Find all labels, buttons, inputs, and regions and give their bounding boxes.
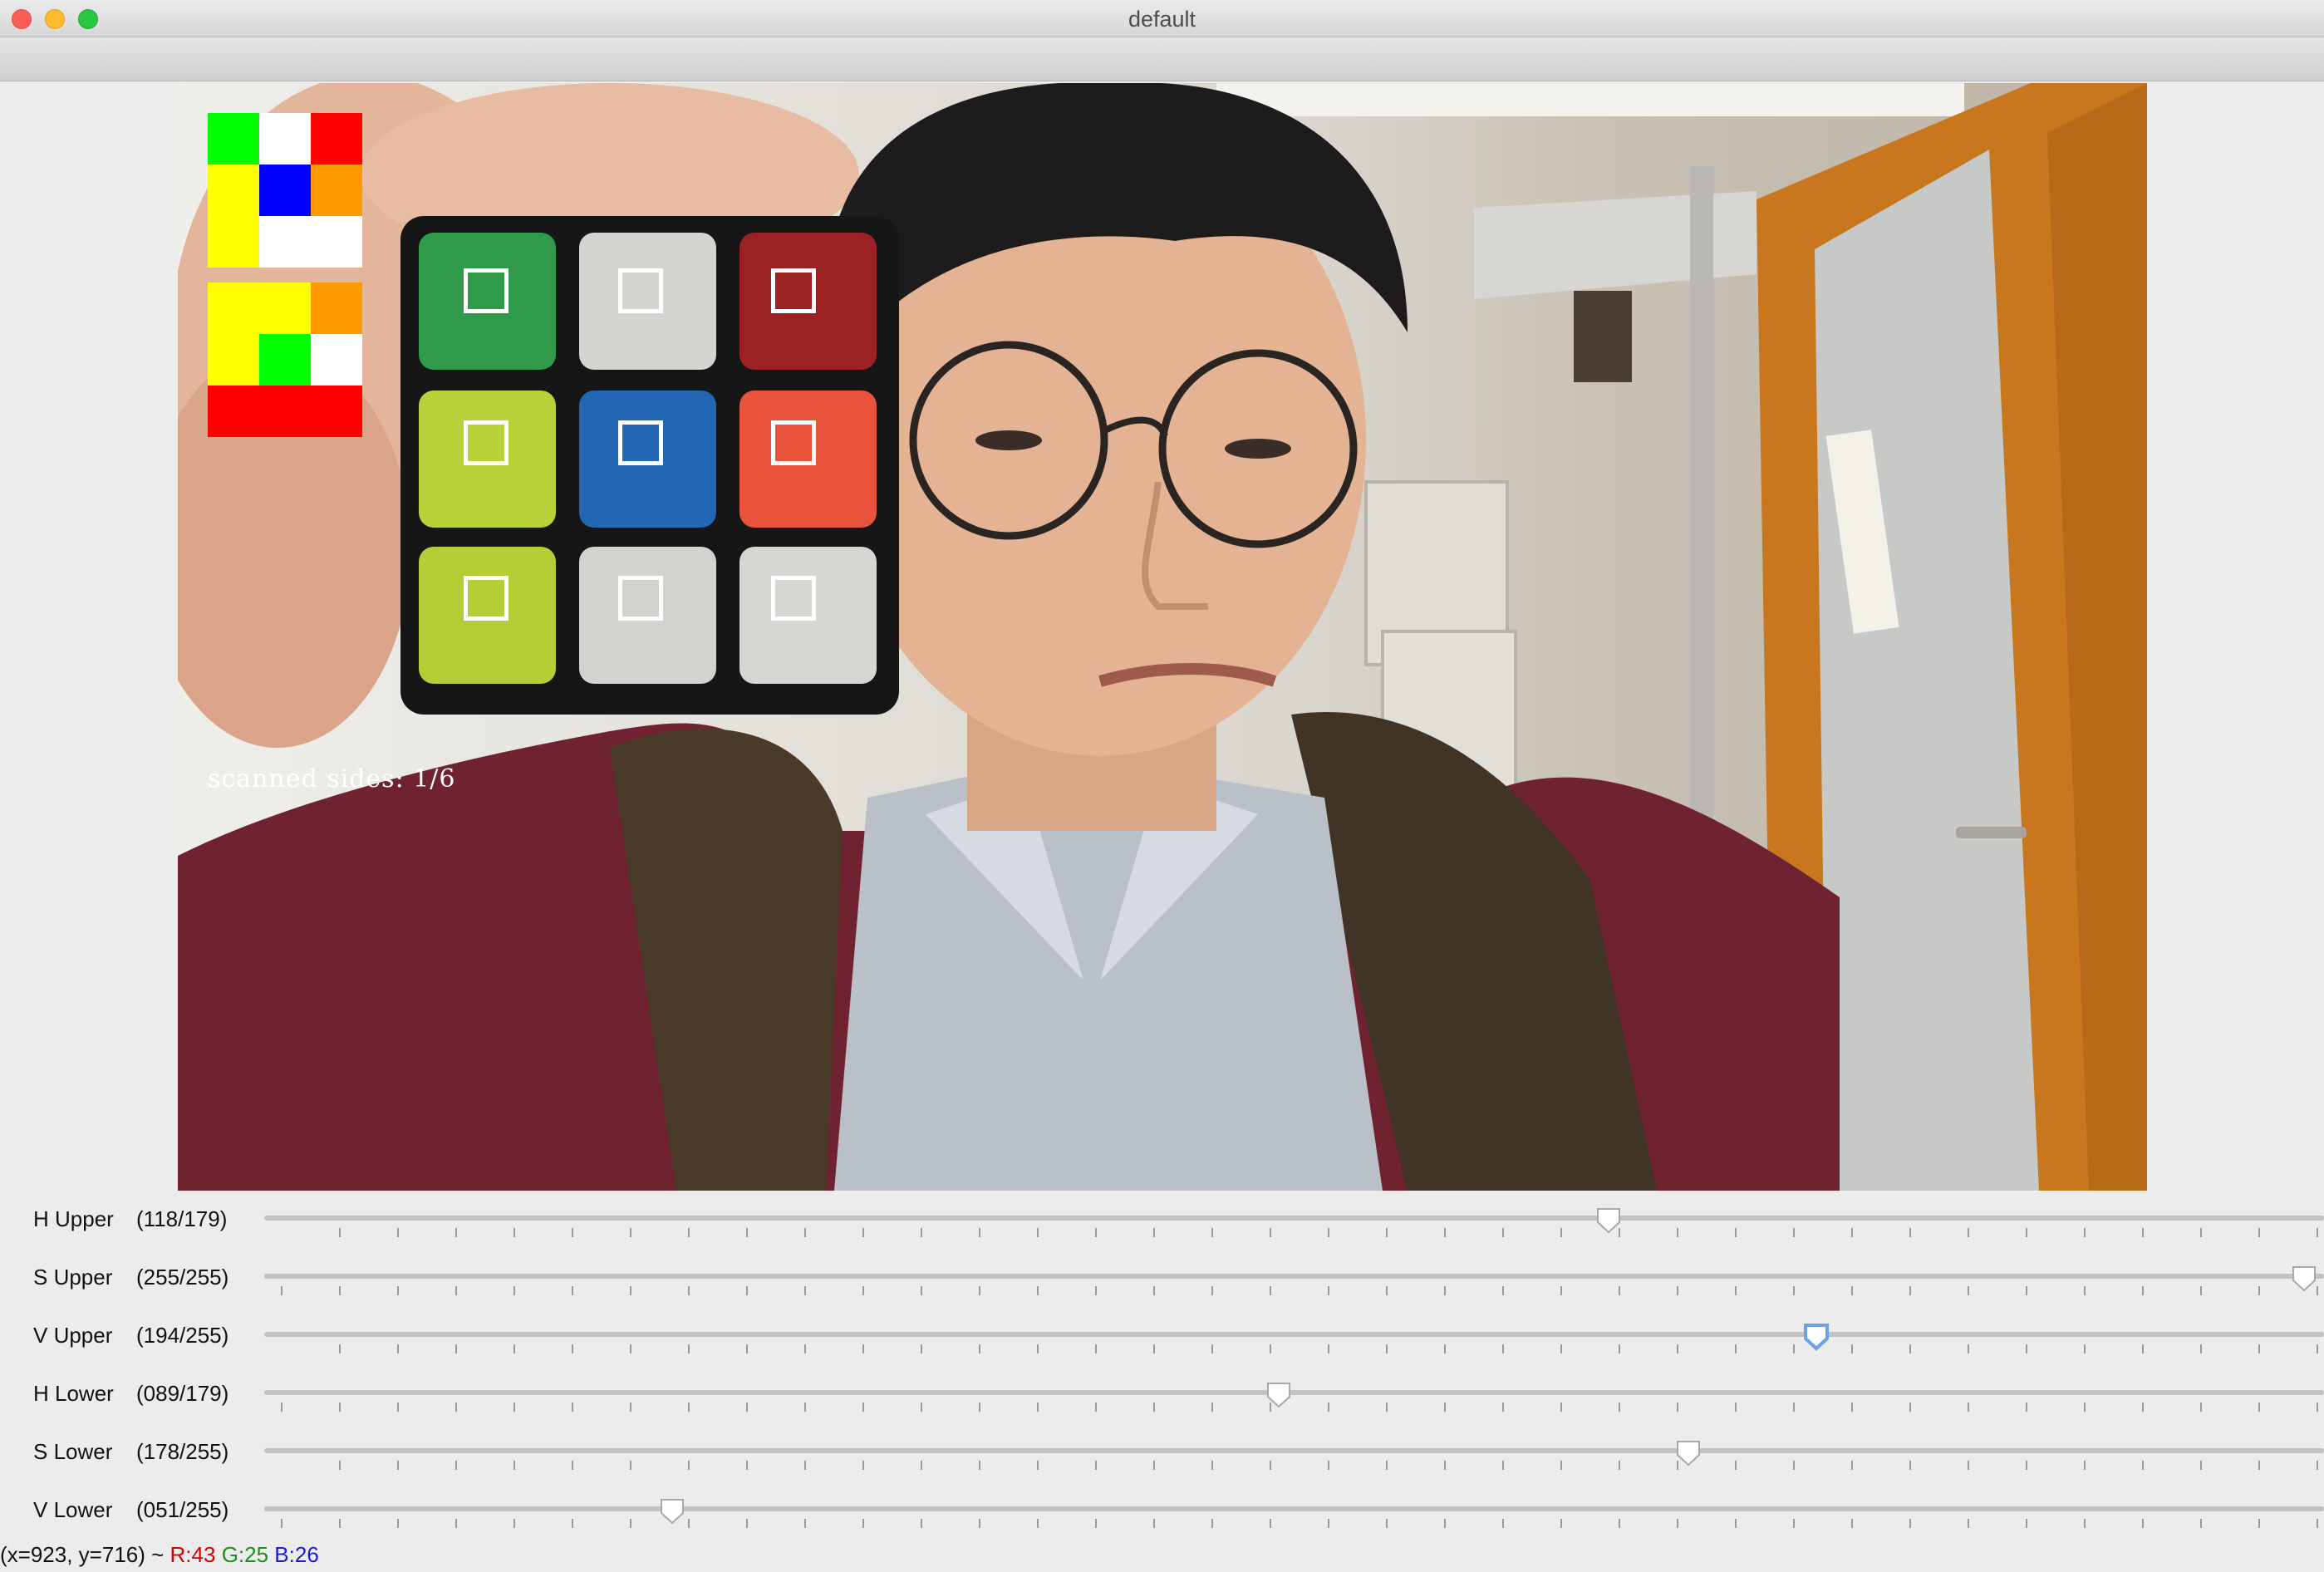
scanned-face-preview: [208, 113, 362, 268]
trackbar-value: (255/255): [136, 1265, 229, 1290]
live-face-preview: [208, 282, 362, 437]
slider-track[interactable]: [264, 1216, 2324, 1221]
title-bar: default: [0, 0, 2324, 37]
slider-track[interactable]: [264, 1448, 2324, 1453]
trackbar-value: (178/255): [136, 1439, 229, 1464]
trackbar-v-upper[interactable]: V Upper (194/255): [0, 1308, 2324, 1366]
slider-thumb[interactable]: [659, 1497, 685, 1525]
trackbar-label: V Upper: [33, 1323, 113, 1348]
rubiks-cube-face: [419, 233, 884, 698]
detection-box: [771, 268, 816, 313]
trackbar-label: V Lower: [33, 1497, 113, 1522]
slider-thumb[interactable]: [1595, 1206, 1622, 1235]
detection-box: [771, 576, 816, 621]
preview-cell: [311, 165, 362, 216]
detection-box: [464, 576, 509, 621]
trackbar-label: S Lower: [33, 1439, 113, 1464]
trackbar-value: (194/255): [136, 1323, 229, 1348]
preview-cell: [208, 282, 259, 334]
pixel-green-value: G:25: [221, 1542, 269, 1567]
preview-cell: [311, 216, 362, 268]
trackbar-label: H Upper: [33, 1206, 114, 1231]
status-bar: (x=923, y=716) ~ R:43 G:25 B:26: [0, 1542, 2324, 1572]
preview-cell: [208, 386, 259, 437]
slider-thumb[interactable]: [1265, 1381, 1292, 1409]
pixel-red-value: R:43: [170, 1542, 216, 1567]
slider-track[interactable]: [264, 1332, 2324, 1337]
slider-track[interactable]: [264, 1390, 2324, 1395]
preview-cell: [259, 216, 311, 268]
preview-cell: [208, 165, 259, 216]
trackbar-h-lower[interactable]: H Lower (089/179): [0, 1366, 2324, 1424]
slider-thumb[interactable]: [2291, 1265, 2317, 1293]
preview-cell: [311, 386, 362, 437]
preview-cell: [311, 282, 362, 334]
scanned-sides-text: scanned sides: 1/6: [208, 764, 456, 793]
trackbar-h-upper[interactable]: H Upper (118/179): [0, 1191, 2324, 1250]
preview-cell: [208, 216, 259, 268]
trackbar-v-lower[interactable]: V Lower (051/255): [0, 1482, 2324, 1540]
preview-cell: [208, 113, 259, 165]
slider-track[interactable]: [264, 1506, 2324, 1511]
preview-cell: [259, 282, 311, 334]
trackbar-value: (118/179): [136, 1206, 228, 1231]
slider-thumb[interactable]: [1803, 1323, 1830, 1351]
preview-cell: [259, 165, 311, 216]
detection-box: [464, 420, 509, 465]
detection-box: [618, 420, 663, 465]
trackbar-value: (051/255): [136, 1497, 229, 1522]
preview-cell: [259, 386, 311, 437]
preview-cell: [259, 334, 311, 386]
detection-box: [464, 268, 509, 313]
window-title: default: [1128, 7, 1196, 32]
trackbar-label: H Lower: [33, 1381, 114, 1406]
slider-track[interactable]: [264, 1274, 2324, 1279]
preview-cell: [259, 113, 311, 165]
trackbar-label: S Upper: [33, 1265, 113, 1290]
trackbar-value: (089/179): [136, 1381, 229, 1406]
trackbar-s-upper[interactable]: S Upper (255/255): [0, 1250, 2324, 1308]
toolbar: [0, 37, 2324, 81]
pixel-coordinates: (x=923, y=716) ~: [0, 1542, 170, 1567]
pixel-blue-value: B:26: [274, 1542, 319, 1567]
preview-cell: [311, 113, 362, 165]
video-frame[interactable]: scanned sides: 1/6: [178, 83, 2147, 1191]
detection-box: [771, 420, 816, 465]
preview-cell: [208, 334, 259, 386]
detection-box: [618, 576, 663, 621]
detection-box: [618, 268, 663, 313]
preview-cell: [311, 334, 362, 386]
slider-thumb[interactable]: [1675, 1439, 1702, 1467]
trackbar-s-lower[interactable]: S Lower (178/255): [0, 1424, 2324, 1482]
